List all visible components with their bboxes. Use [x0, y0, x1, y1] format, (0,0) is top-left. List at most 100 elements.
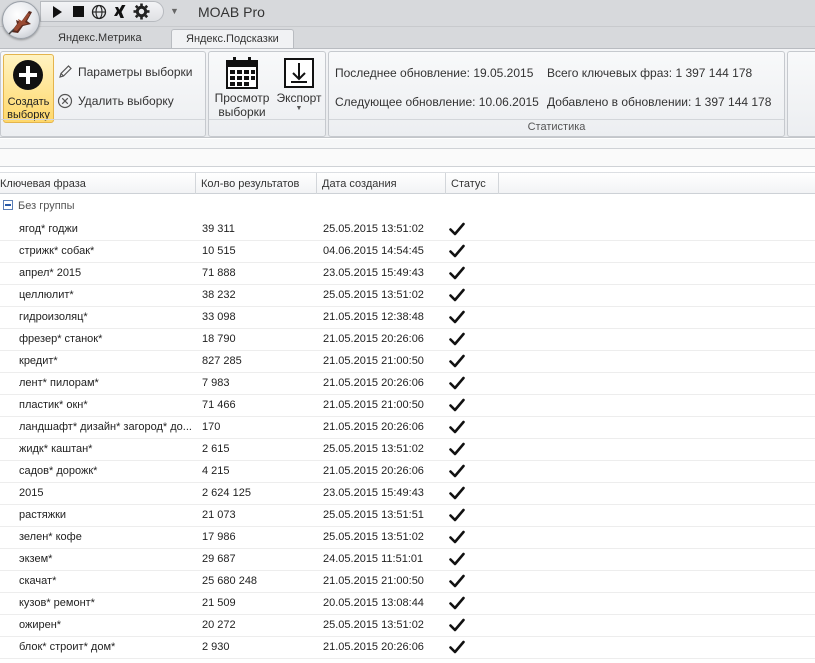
selection-params-label: Параметры выборки	[78, 65, 193, 79]
status-check-icon	[449, 373, 469, 394]
table-row[interactable]: пластик* окн* 71 466 21.05.2015 21:00:50	[0, 395, 815, 417]
cell-count: 71 466	[202, 399, 236, 411]
status-check-icon	[449, 593, 469, 614]
cell-count: 38 232	[202, 289, 236, 301]
status-check-icon	[449, 505, 469, 526]
column-header-date[interactable]: Дата создания	[317, 173, 446, 194]
column-header-count[interactable]: Кол-во результатов	[196, 173, 317, 194]
table-row[interactable]: кузов* ремонт* 21 509 20.05.2015 13:08:44	[0, 593, 815, 615]
cell-phrase: 2015	[19, 487, 44, 499]
table-row[interactable]: ландшафт* дизайн* загород* до... 170 21.05…	[0, 417, 815, 439]
tab-yandex-podskazki[interactable]: Яндекс.Подсказки	[171, 29, 294, 49]
cell-count: 29 687	[202, 553, 236, 565]
group-row: Без группы	[0, 197, 815, 215]
ribbon-group-statistics: Последнее обновление: 19.05.2015 Всего к…	[328, 51, 785, 137]
status-check-icon	[449, 549, 469, 570]
table-row[interactable]: растяжки 21 073 25.05.2015 13:51:51	[0, 505, 815, 527]
cell-date: 23.05.2015 15:49:43	[323, 267, 424, 279]
cell-count: 71 888	[202, 267, 236, 279]
cell-phrase: кредит*	[19, 355, 58, 367]
cell-count: 33 098	[202, 311, 236, 323]
column-header-status[interactable]: Статус	[446, 173, 499, 194]
export-button[interactable]: Экспорт ▼	[275, 54, 323, 126]
table-row[interactable]: ожирен* 20 272 25.05.2015 13:51:02	[0, 615, 815, 637]
cell-date: 25.05.2015 13:51:02	[323, 223, 424, 235]
status-check-icon	[449, 329, 469, 350]
gear-icon[interactable]	[131, 3, 151, 21]
globe-icon[interactable]	[89, 3, 109, 21]
cell-count: 18 790	[202, 333, 236, 345]
pencil-icon	[59, 65, 72, 78]
view-selection-button[interactable]: Просмотр выборки	[213, 54, 271, 126]
cell-count: 2 624 125	[202, 487, 251, 499]
table-row[interactable]: 2015 2 624 125 23.05.2015 15:49:43	[0, 483, 815, 505]
cell-date: 25.05.2015 13:51:02	[323, 531, 424, 543]
statistics-group-label: Статистика	[329, 119, 784, 134]
export-dropdown-icon: ▼	[295, 105, 303, 112]
table-row[interactable]: блок* строит* дом* 2 930 21.05.2015 20:26:…	[0, 637, 815, 659]
collapse-group-icon[interactable]	[3, 200, 13, 210]
table-row[interactable]: кредит* 827 285 21.05.2015 21:00:50	[0, 351, 815, 373]
table-row[interactable]: стрижк* собак* 10 515 04.06.2015 14:54:45	[0, 241, 815, 263]
cell-date: 21.05.2015 20:26:06	[323, 465, 424, 477]
calendar-icon	[226, 57, 258, 89]
cell-date: 21.05.2015 21:00:50	[323, 355, 424, 367]
cell-date: 25.05.2015 13:51:02	[323, 289, 424, 301]
ribbon-group-view: Просмотр выборки Экспорт ▼	[208, 51, 326, 137]
stop-icon[interactable]	[68, 3, 88, 21]
tab-yandex-metrika[interactable]: Яндекс.Метрика	[44, 29, 156, 49]
cell-phrase: целлюлит*	[19, 289, 74, 301]
status-check-icon	[449, 461, 469, 482]
table-row[interactable]: гидроизоляц* 33 098 21.05.2015 12:38:48	[0, 307, 815, 329]
delete-selection-button[interactable]: Удалить выборку	[57, 91, 174, 111]
qat-dropdown-icon[interactable]: ▼	[170, 6, 179, 16]
status-check-icon	[449, 439, 469, 460]
table-row[interactable]: фрезер* станок* 18 790 21.05.2015 20:26:06	[0, 329, 815, 351]
status-check-icon	[449, 351, 469, 372]
table-row[interactable]: зелен* кофе 17 986 25.05.2015 13:51:02	[0, 527, 815, 549]
table-row[interactable]: экзем* 29 687 24.05.2015 11:51:01	[0, 549, 815, 571]
selection-params-button[interactable]: Параметры выборки	[57, 62, 192, 82]
column-header-phrase[interactable]: Ключевая фраза	[0, 173, 196, 194]
cell-count: 2 930	[202, 641, 230, 653]
table-row[interactable]: ягод* годжи 39 311 25.05.2015 13:51:02	[0, 219, 815, 241]
cell-date: 25.05.2015 13:51:02	[323, 619, 424, 631]
quick-access-toolbar	[40, 1, 164, 22]
play-icon[interactable]	[47, 3, 67, 21]
table-row[interactable]: садов* дорожк* 4 215 21.05.2015 20:26:06	[0, 461, 815, 483]
cell-count: 827 285	[202, 355, 242, 367]
create-selection-button[interactable]: Создать выборку	[3, 54, 54, 123]
status-check-icon	[449, 285, 469, 306]
table-row[interactable]: целлюлит* 38 232 25.05.2015 13:51:02	[0, 285, 815, 307]
status-check-icon	[449, 395, 469, 416]
table-row[interactable]: жидк* каштан* 2 615 25.05.2015 13:51:02	[0, 439, 815, 461]
app-window: ▼ MOAB Pro Яндекс.Метрика Яндекс.Подсказ…	[0, 0, 815, 663]
view-selection-label-line1: Просмотр	[214, 91, 270, 105]
table-row[interactable]: скачат* 25 680 248 21.05.2015 21:00:50	[0, 571, 815, 593]
status-check-icon	[449, 571, 469, 592]
app-logo-icon[interactable]	[2, 1, 40, 39]
cell-phrase: лент* пилорам*	[19, 377, 99, 389]
group-footer	[209, 119, 325, 134]
status-check-icon	[449, 483, 469, 504]
cell-phrase: скачат*	[19, 575, 57, 587]
plus-icon	[13, 60, 43, 90]
table-row[interactable]: лент* пилорам* 7 983 21.05.2015 20:26:06	[0, 373, 815, 395]
table-row[interactable]: апрел* 2015 71 888 23.05.2015 15:49:43	[0, 263, 815, 285]
xing-icon[interactable]	[110, 3, 130, 21]
ribbon-group-extra	[787, 51, 815, 137]
cell-phrase: ягод* годжи	[19, 223, 78, 235]
cell-phrase: апрел* 2015	[19, 267, 82, 279]
cell-date: 21.05.2015 12:38:48	[323, 311, 424, 323]
status-check-icon	[449, 219, 469, 240]
status-check-icon	[449, 417, 469, 438]
cell-phrase: садов* дорожк*	[19, 465, 98, 477]
create-selection-label-line1: Создать	[7, 96, 50, 108]
view-selection-label-line2: выборки	[218, 105, 266, 119]
cell-phrase: гидроизоляц*	[19, 311, 88, 323]
status-check-icon	[449, 263, 469, 284]
next-update-text: Следующее обновление: 10.06.2015	[335, 95, 539, 109]
cell-phrase: жидк* каштан*	[19, 443, 93, 455]
cell-phrase: блок* строит* дом*	[19, 641, 116, 653]
cell-phrase: пластик* окн*	[19, 399, 88, 411]
